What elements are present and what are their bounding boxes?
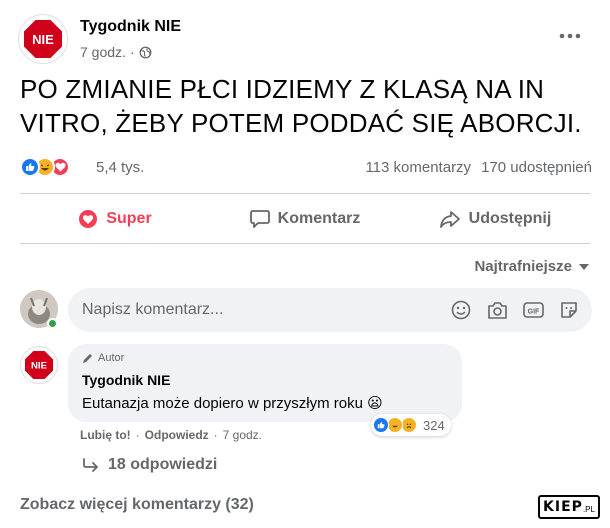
- gif-button[interactable]: GIF: [522, 299, 544, 321]
- engagement-counts: 113 komentarzy 170 udostępnień: [365, 159, 592, 176]
- globe-icon: [139, 46, 152, 58]
- view-replies-link[interactable]: 18 odpowiedzi: [82, 456, 217, 474]
- stop-sign-logo: NIE: [23, 349, 55, 381]
- comment-reaction-count: 324: [423, 417, 445, 433]
- comment-input[interactable]: Napisz komentarz... GIF: [68, 288, 592, 332]
- author-badge-label: Autor: [98, 352, 125, 364]
- composer-tools: GIF: [450, 299, 580, 321]
- gif-icon: GIF: [522, 302, 544, 318]
- logo-text: NIE: [31, 361, 48, 372]
- comment-button[interactable]: Komentarz: [210, 197, 400, 241]
- reaction-icons[interactable]: [20, 157, 70, 177]
- online-status-dot: [47, 318, 58, 329]
- author-badge: Autor: [82, 352, 124, 364]
- like-comment-button[interactable]: Lubię to!: [80, 428, 131, 442]
- action-separator: ·: [213, 428, 218, 442]
- sad-icon: [401, 417, 417, 433]
- more-options-button[interactable]: [556, 24, 584, 48]
- watermark-suffix: .PL: [582, 505, 595, 514]
- stop-sign-logo: NIE: [22, 18, 64, 60]
- reply-button[interactable]: Odpowiedz: [145, 428, 209, 442]
- user-avatar[interactable]: [20, 290, 58, 329]
- reaction-count[interactable]: 5,4 tys.: [96, 159, 144, 176]
- watermark-text: KIEP: [543, 499, 583, 515]
- like-icon: [20, 157, 40, 177]
- comment-label: Komentarz: [277, 210, 361, 227]
- heart-icon: [79, 210, 98, 228]
- love-label: Super: [106, 210, 152, 227]
- photo-button[interactable]: [486, 299, 508, 321]
- post-actions: Super Komentarz Udostępnij: [20, 197, 590, 241]
- comment-actions: Lubię to! · Odpowiedz · 7 godz.: [80, 428, 262, 442]
- page-name[interactable]: Tygodnik NIE: [80, 18, 181, 36]
- emoji-icon: [451, 300, 471, 320]
- sticker-icon: [561, 302, 577, 318]
- comment-author-avatar[interactable]: NIE: [20, 346, 58, 384]
- comment-sort-dropdown[interactable]: Najtrafniejsze: [474, 258, 590, 275]
- sticker-button[interactable]: [558, 299, 580, 321]
- comment-reactions[interactable]: 324: [371, 414, 451, 436]
- reactions-summary: 5,4 tys. 113 komentarzy 170 udostępnień: [20, 155, 592, 183]
- reply-arrow-icon: [83, 458, 98, 472]
- post-header: NIE Tygodnik NIE 7 godz. ·: [18, 12, 594, 68]
- comment-composer: Napisz komentarz... GIF: [20, 288, 592, 332]
- comment-input-placeholder: Napisz komentarz...: [82, 301, 224, 318]
- svg-text:GIF: GIF: [527, 309, 539, 316]
- post-time[interactable]: 7 godz.: [80, 44, 126, 60]
- love-reaction-button[interactable]: Super: [20, 197, 210, 241]
- comment-bubble-icon: [249, 210, 270, 228]
- comment-bubble: Autor Tygodnik NIE Eutanazja może dopier…: [68, 344, 462, 422]
- post-text-line: PO ZMIANIE PŁCI IDZIEMY Z KLASĄ NA IN: [20, 74, 545, 104]
- divider: [20, 193, 590, 194]
- comment: NIE Autor Tygodnik NIE Eutanazja może do…: [20, 344, 592, 454]
- post-text: PO ZMIANIE PŁCI IDZIEMY Z KLASĄ NA IN VI…: [20, 72, 595, 140]
- comment-author[interactable]: Tygodnik NIE: [82, 372, 170, 388]
- emoji-button[interactable]: [450, 299, 472, 321]
- page-avatar[interactable]: NIE: [18, 14, 68, 64]
- post-text-line: VITRO, ŻEBY POTEM PODDAĆ SIĘ ABORCJI.: [20, 108, 582, 138]
- pen-icon: [83, 354, 92, 363]
- meta-separator: ·: [129, 44, 135, 60]
- view-more-comments-link[interactable]: Zobacz więcej komentarzy (32): [20, 496, 254, 514]
- comment-time[interactable]: 7 godz.: [223, 428, 262, 442]
- share-arrow-icon: [439, 211, 460, 228]
- post-meta: 7 godz. ·: [80, 44, 152, 60]
- shares-count[interactable]: 170 udostępnień: [481, 159, 592, 176]
- share-button[interactable]: Udostępnij: [400, 197, 590, 241]
- comment-text: Eutanazja może dopiero w przyszłym roku …: [82, 395, 383, 412]
- comments-count[interactable]: 113 komentarzy: [365, 159, 471, 176]
- haha-icon: [387, 417, 403, 433]
- caret-down-icon: [579, 263, 589, 270]
- share-label: Udostępnij: [468, 210, 552, 227]
- like-icon: [373, 417, 389, 433]
- sort-label: Najtrafniejsze: [474, 258, 572, 275]
- site-watermark: KIEP .PL: [538, 495, 600, 519]
- more-dots-icon: [559, 33, 581, 39]
- replies-label: 18 odpowiedzi: [108, 456, 218, 473]
- camera-icon: [487, 301, 507, 319]
- action-separator: ·: [135, 428, 140, 442]
- logo-text: NIE: [32, 32, 54, 47]
- divider: [20, 243, 590, 244]
